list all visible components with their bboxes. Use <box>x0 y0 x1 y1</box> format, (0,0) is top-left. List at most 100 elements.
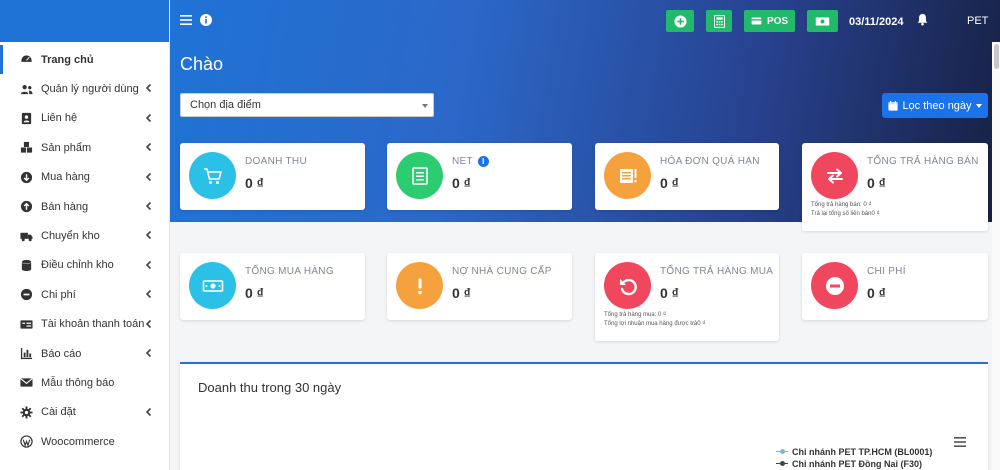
sidebar-item-label: Chi phí <box>41 288 76 301</box>
total-purchase-label: TỔNG MUA HÀNG <box>245 266 334 277</box>
hamburger-menu-icon[interactable] <box>180 14 192 26</box>
net-value: 0 ₫ <box>452 175 471 191</box>
legend-label: Chi nhánh PET Đồng Nai (F30) <box>792 459 922 469</box>
overdue-value: 0 ₫ <box>660 175 679 191</box>
legend-marker-icon <box>776 449 788 455</box>
overdue-invoice-card: HÓA ĐƠN QUÁ HẠN 0 ₫ <box>595 143 779 210</box>
cash-register-button[interactable] <box>807 10 838 32</box>
expense-label: CHI PHÍ <box>867 266 906 277</box>
location-select[interactable]: Chọn địa điểm <box>180 93 434 117</box>
money-bill-icon <box>815 16 830 26</box>
sidebar-menu: Trang chủ Quản lý người dùng Liên hệ Sản ph… <box>0 45 169 456</box>
sidebar: Trang chủ Quản lý người dùng Liên hệ Sản ph… <box>0 0 170 470</box>
sidebar-item-menu[interactable]: Báo cáo <box>0 339 169 368</box>
user-menu[interactable]: PET <box>967 15 988 27</box>
legend-item[interactable]: Chi nhánh PET TP.HCM (BL0001) <box>776 446 932 458</box>
sidebar-item-menu[interactable]: Woocommerce <box>0 427 169 456</box>
chart-legend: Chi nhánh PET TP.HCM (BL0001) Chi nhánh … <box>776 446 932 470</box>
chevron-left-icon <box>144 319 154 329</box>
date-filter-button[interactable]: Lọc theo ngày <box>882 93 988 118</box>
sidebar-item-label: Báo cáo <box>41 347 82 360</box>
chevron-left-icon <box>144 289 154 299</box>
scrollbar-thumb[interactable] <box>994 44 999 69</box>
sidebar-item-menu[interactable]: Điều chỉnh kho <box>0 251 169 280</box>
expense-card: CHI PHÍ 0 ₫ <box>802 253 988 320</box>
sidebar-item-menu[interactable]: Bán hàng <box>0 192 169 221</box>
chevron-left-icon <box>144 142 154 152</box>
sidebar-item-menu[interactable]: Chuyển kho <box>0 221 169 250</box>
sidebar-brand-area <box>0 0 169 42</box>
minus-circle-icon <box>811 262 858 309</box>
calculator-button[interactable] <box>706 10 732 32</box>
arrow-circle-down-icon <box>19 170 33 184</box>
date-filter-label: Lọc theo ngày <box>902 99 972 112</box>
shopping-cart-icon <box>189 152 236 199</box>
money-check-icon <box>19 317 33 331</box>
plus-circle-icon <box>673 14 687 28</box>
revenue-label: DOANH THU <box>245 156 307 167</box>
money-bill-wave-icon <box>189 262 236 309</box>
sidebar-item-label: Sản phẩm <box>41 141 92 154</box>
gear-icon <box>19 405 33 419</box>
bell-icon[interactable] <box>916 13 930 27</box>
sales-return-label: TỔNG TRẢ HÀNG BÁN <box>867 156 979 167</box>
arrow-circle-up-icon <box>19 200 33 214</box>
minus-circle-icon <box>19 288 33 302</box>
page-title: Chào <box>180 54 224 74</box>
chevron-left-icon <box>144 172 154 182</box>
sidebar-item-menu[interactable]: Cài đặt <box>0 398 169 427</box>
purchase-return-note-1: Tổng trả hàng mua: 0 ₫ <box>604 312 667 318</box>
sidebar-item-menu[interactable]: Mẫu thông báo <box>0 368 169 397</box>
net-info-icon[interactable]: i <box>477 156 489 167</box>
invoice-list-icon <box>396 152 443 199</box>
sidebar-item-menu[interactable]: Tài khoản thanh toán <box>0 310 169 339</box>
cubes-icon <box>19 141 33 155</box>
total-purchase-value: 0 ₫ <box>245 285 264 301</box>
chevron-left-icon <box>144 407 154 417</box>
chevron-left-icon <box>144 83 154 93</box>
chevron-left-icon <box>144 113 154 123</box>
sidebar-item-menu[interactable]: Sản phẩm <box>0 133 169 162</box>
exchange-icon <box>811 152 858 199</box>
pos-button[interactable]: POS <box>744 10 795 32</box>
supplier-debt-card: NỢ NHÀ CUNG CẤP 0 ₫ <box>387 253 572 320</box>
sidebar-item-label: Chuyển kho <box>41 230 100 243</box>
contact-card-icon <box>19 111 33 125</box>
expense-value: 0 ₫ <box>867 285 886 301</box>
chevron-left-icon <box>144 348 154 358</box>
revenue-card: DOANH THU 0 ₫ <box>180 143 365 210</box>
envelope-icon <box>19 376 33 390</box>
sidebar-item-menu[interactable]: Liên hệ <box>0 104 169 133</box>
wordpress-icon <box>19 435 33 449</box>
sidebar-item-menu[interactable]: Chi phí <box>0 280 169 309</box>
sales-return-note-1: Tổng trả hàng bán: 0 ₫ <box>811 202 872 208</box>
purchase-return-label: TỔNG TRẢ HÀNG MUA <box>660 266 774 277</box>
chart-title: Doanh thu trong 30 ngày <box>198 380 342 395</box>
sidebar-item-home[interactable]: Trang chủ <box>0 45 169 75</box>
chevron-left-icon <box>144 230 154 240</box>
supplier-debt-value: 0 ₫ <box>452 285 471 301</box>
chart-menu-icon[interactable] <box>954 436 966 447</box>
calculator-icon <box>713 14 725 28</box>
sidebar-item-menu[interactable]: Mua hàng <box>0 163 169 192</box>
pos-card-icon <box>751 17 762 25</box>
info-icon[interactable] <box>199 13 213 27</box>
chevron-left-icon <box>144 201 154 211</box>
users-icon <box>19 82 33 96</box>
sidebar-item-label: Quản lý người dùng <box>41 83 139 96</box>
select-caret-icon <box>422 104 428 108</box>
supplier-debt-label: NỢ NHÀ CUNG CẤP <box>452 266 552 277</box>
legend-item[interactable]: Chi nhánh PET Đồng Nai (F30) <box>776 458 932 470</box>
exclamation-icon <box>396 262 443 309</box>
sidebar-item-menu[interactable]: Quản lý người dùng <box>0 74 169 103</box>
sidebar-item-label: Trang chủ <box>41 53 94 66</box>
pos-button-label: POS <box>766 15 789 27</box>
net-card: NET i 0 ₫ <box>387 143 572 210</box>
purchase-return-card: TỔNG TRẢ HÀNG MUA 0 ₫ Tổng trả hàng mua:… <box>595 253 779 341</box>
add-button[interactable] <box>666 10 694 32</box>
current-date: 03/11/2024 <box>849 16 904 28</box>
sales-return-card: TỔNG TRẢ HÀNG BÁN 0 ₫ Tổng trả hàng bán:… <box>802 143 988 231</box>
page-scrollbar[interactable] <box>992 42 1000 470</box>
sales-return-value: 0 ₫ <box>867 175 886 191</box>
truck-icon <box>19 229 33 243</box>
